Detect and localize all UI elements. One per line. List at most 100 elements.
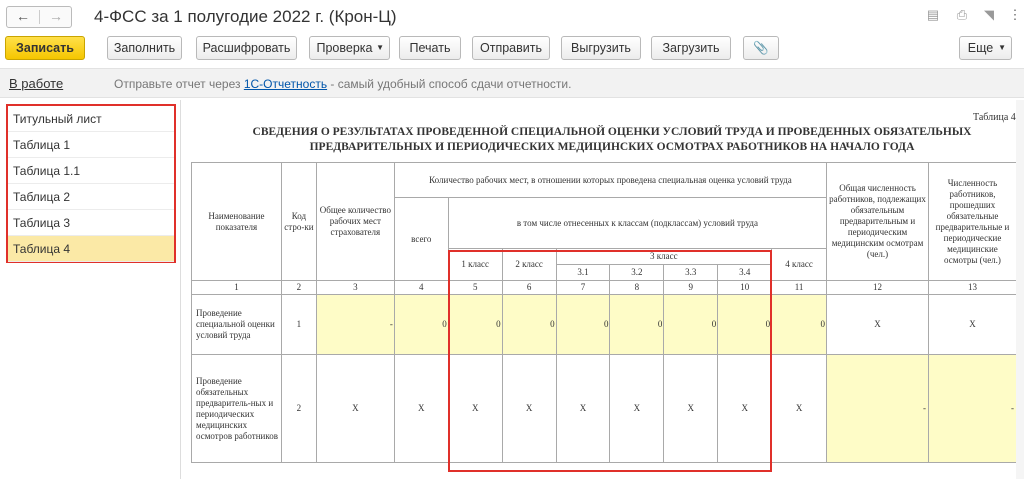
header-sub-3-1: 3.1: [555, 264, 611, 281]
more-label: Еще: [967, 41, 994, 55]
sidebar-item-table-2[interactable]: Таблица 2: [8, 184, 174, 210]
vertical-scrollbar[interactable]: [1016, 100, 1024, 479]
panel-divider: [180, 100, 181, 479]
header-incl-classes: в том числе отнесенных к классам (подкла…: [447, 197, 828, 249]
chevron-down-icon: ▼: [376, 43, 384, 52]
send-button[interactable]: Отправить: [472, 36, 550, 60]
cell-total: Х: [315, 354, 395, 463]
header-passed-count: Численность работников, прошедших обязат…: [927, 162, 1018, 281]
header-all: всего: [393, 197, 449, 281]
header-class-3: 3 класс: [555, 248, 773, 265]
col-number: 8: [609, 280, 665, 295]
cell-sub-3-1: Х: [555, 354, 611, 463]
cell-sub-3-2: Х: [609, 354, 665, 463]
status-bar: В работе Отправьте отчет через 1С-Отчетн…: [0, 68, 1024, 98]
sidebar-item-table-1-1[interactable]: Таблица 1.1: [8, 158, 174, 184]
row-code: 1: [280, 294, 317, 355]
col-number: 6: [501, 280, 557, 295]
row-name: Проведение обязательных предваритель-ных…: [191, 354, 282, 463]
cell-class-1[interactable]: 0: [447, 294, 503, 355]
col-number: 3: [315, 280, 395, 295]
cell-all: Х: [393, 354, 449, 463]
cell-class-4: Х: [771, 354, 828, 463]
cell-subject-count: Х: [826, 294, 929, 355]
print-button[interactable]: Печать: [399, 36, 461, 60]
sections-list: Титульный лист Таблица 1 Таблица 1.1 Таб…: [6, 104, 176, 263]
cell-passed-count: Х: [927, 294, 1018, 355]
back-arrow-icon[interactable]: ←: [7, 8, 39, 24]
forward-arrow-icon[interactable]: →: [40, 8, 72, 24]
sidebar-item-title-page[interactable]: Титульный лист: [8, 106, 174, 132]
hint-text: Отправьте отчет через 1С-Отчетность - са…: [114, 77, 571, 91]
cell-sub-3-3: Х: [663, 354, 719, 463]
window-title: 4-ФСС за 1 полугодие 2022 г. (Крон-Ц): [94, 7, 397, 26]
col-number: 11: [771, 280, 828, 295]
export-button[interactable]: Выгрузить: [561, 36, 641, 60]
nav-buttons: ← →: [6, 6, 72, 28]
chevron-down-icon: ▼: [998, 43, 1006, 52]
table-row: Проведение специальной оценки условий тр…: [191, 294, 1018, 355]
header-code: Код стро-ки: [280, 162, 317, 281]
more-button[interactable]: Еще ▼: [959, 36, 1012, 60]
header-class-4: 4 класс: [771, 248, 828, 281]
cell-total[interactable]: -: [315, 294, 395, 355]
col-number: 13: [927, 280, 1018, 295]
sidebar-item-table-3[interactable]: Таблица 3: [8, 210, 174, 236]
table-row: Проведение обязательных предваритель-ных…: [191, 354, 1018, 463]
header-sub-3-2: 3.2: [609, 264, 665, 281]
col-number: 9: [663, 280, 719, 295]
header-assessed: Количество рабочих мест, в отношении кот…: [393, 162, 828, 198]
save-icon[interactable]: ▤: [926, 8, 940, 22]
sidebar-item-table-1[interactable]: Таблица 1: [8, 132, 174, 158]
cell-sub-3-3[interactable]: 0: [663, 294, 719, 355]
header-name: Наименование показателя: [191, 162, 282, 281]
sidebar-item-table-4[interactable]: Таблица 4: [8, 236, 174, 262]
cell-passed-count[interactable]: -: [927, 354, 1018, 463]
hint-prefix: Отправьте отчет через: [114, 77, 244, 91]
more-vertical-icon[interactable]: ⋮: [1008, 8, 1022, 22]
status-link[interactable]: В работе: [9, 76, 63, 91]
cell-all[interactable]: 0: [393, 294, 449, 355]
col-number: 1: [191, 280, 282, 295]
import-button[interactable]: Загрузить: [651, 36, 731, 60]
title-bar: ← → 4-ФСС за 1 полугодие 2022 г. (Крон-Ц…: [0, 0, 1024, 34]
cell-class-1: Х: [447, 354, 503, 463]
preview-icon[interactable]: ◥: [982, 8, 996, 22]
report-heading: СВЕДЕНИЯ О РЕЗУЛЬТАТАХ ПРОВЕДЕННОЙ СПЕЦИ…: [227, 125, 997, 155]
heading-line-2: ПРЕДВАРИТЕЛЬНЫХ И ПЕРИОДИЧЕСКИХ МЕДИЦИНС…: [309, 141, 915, 153]
decode-button[interactable]: Расшифровать: [196, 36, 297, 60]
toolbar: Записать Заполнить Расшифровать Проверка…: [0, 36, 1024, 62]
check-dropdown-button[interactable]: Проверка ▼: [309, 36, 390, 60]
print-icon[interactable]: ⎙: [955, 8, 969, 22]
col-number: 5: [447, 280, 503, 295]
table-number: Таблица 4: [973, 112, 1016, 123]
fill-button[interactable]: Заполнить: [107, 36, 182, 60]
cell-sub-3-1[interactable]: 0: [555, 294, 611, 355]
attach-button[interactable]: 📎: [743, 36, 779, 60]
cell-sub-3-4[interactable]: 0: [717, 294, 773, 355]
save-button[interactable]: Записать: [5, 36, 85, 60]
hint-suffix: - самый удобный способ сдачи отчетности.: [327, 77, 572, 91]
header-class-2: 2 класс: [501, 248, 557, 281]
heading-line-1: СВЕДЕНИЯ О РЕЗУЛЬТАТАХ ПРОВЕДЕННОЙ СПЕЦИ…: [252, 126, 972, 138]
col-number: 7: [555, 280, 611, 295]
service-link[interactable]: 1С-Отчетность: [244, 77, 327, 91]
cell-class-2[interactable]: 0: [501, 294, 557, 355]
cell-sub-3-2[interactable]: 0: [609, 294, 665, 355]
report-table: Наименование показателя Код стро-ки Обще…: [191, 162, 1018, 463]
col-number: 4: [393, 280, 449, 295]
col-number: 12: [826, 280, 929, 295]
header-subject-count: Общая численность работников, подлежащих…: [826, 162, 929, 281]
row-name: Проведение специальной оценки условий тр…: [191, 294, 282, 355]
paperclip-icon: 📎: [753, 41, 769, 55]
header-class-1: 1 класс: [447, 248, 503, 281]
row-code: 2: [280, 354, 317, 463]
cell-class-4[interactable]: 0: [771, 294, 828, 355]
col-number: 10: [717, 280, 773, 295]
report-sheet: Таблица 4 СВЕДЕНИЯ О РЕЗУЛЬТАТАХ ПРОВЕДЕ…: [187, 104, 1018, 479]
col-number: 2: [280, 280, 317, 295]
check-label: Проверка: [316, 41, 373, 55]
cell-class-2: Х: [501, 354, 557, 463]
cell-subject-count[interactable]: -: [826, 354, 929, 463]
header-sub-3-3: 3.3: [663, 264, 719, 281]
